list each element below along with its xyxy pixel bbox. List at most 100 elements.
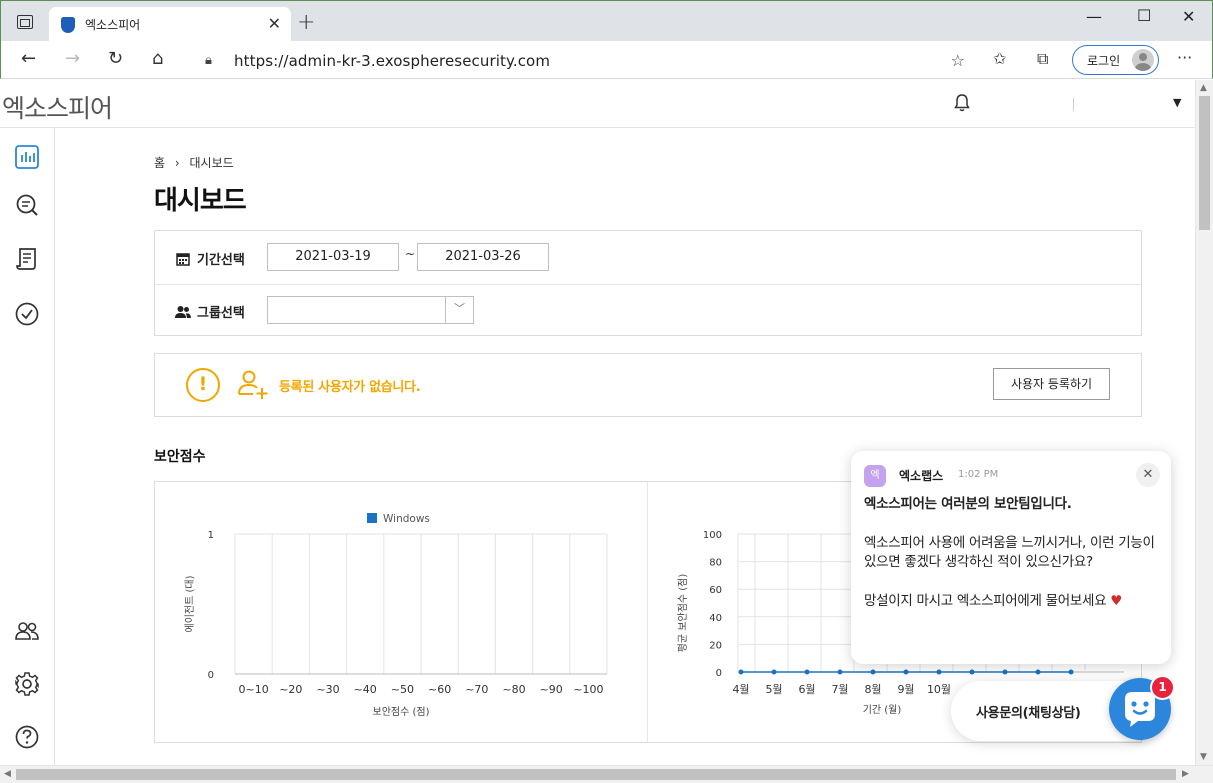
chevron-down-icon[interactable]: ﹀: [445, 297, 473, 323]
chat-paragraph-1: 엑소스피어 사용에 어려움을 느끼시거나, 이런 기능이 있으면 좋겠다 생각하…: [864, 534, 1159, 571]
end-date-input[interactable]: 2021-03-26: [417, 243, 549, 271]
x-tick-label: 10월: [927, 683, 951, 696]
group-select[interactable]: ﹀: [267, 296, 474, 324]
dashboard-chart-icon[interactable]: [14, 144, 40, 170]
horizontal-scroll-thumb[interactable]: [16, 769, 1176, 780]
y-axis-label: 평균 보안점수 (점): [677, 574, 689, 653]
period-label: 기간선택: [175, 249, 245, 268]
security-score-title: 보안점수: [154, 449, 206, 465]
browser-tab[interactable]: 엑소스피어 ✕: [49, 7, 291, 42]
horizontal-scrollbar[interactable]: ◀ ▶: [0, 765, 1213, 783]
x-tick-label: 7월: [831, 683, 848, 696]
chat-launcher-label: 사용문의(채팅상담): [976, 706, 1081, 721]
x-tick-label: ~100: [573, 683, 603, 696]
report-document-icon[interactable]: [14, 246, 40, 272]
vertical-scroll-thumb[interactable]: [1199, 96, 1210, 230]
close-chat-icon[interactable]: ✕: [1136, 463, 1160, 487]
sidebar: [0, 128, 55, 765]
filter-divider: [155, 284, 1141, 285]
close-window-icon[interactable]: ✕: [1182, 7, 1195, 26]
close-tab-icon[interactable]: ✕: [268, 14, 281, 33]
data-point: [771, 669, 777, 675]
data-point: [903, 669, 909, 675]
calendar-icon: [176, 253, 190, 266]
data-point: [804, 669, 810, 675]
heart-icon: ♥: [1110, 592, 1123, 609]
scroll-right-icon[interactable]: ▶: [1182, 769, 1189, 779]
forward-icon[interactable]: →: [65, 48, 80, 69]
account-dropdown-icon[interactable]: ▼: [1173, 96, 1181, 109]
app-logo[interactable]: 엑소스피어: [2, 89, 113, 125]
breadcrumb-current: 대시보드: [189, 156, 234, 170]
y-tick-label: 0: [208, 670, 214, 681]
profile-login-button[interactable]: 로그인: [1072, 45, 1159, 75]
x-tick-label: ~50: [391, 683, 414, 696]
app-header: 엑소스피어 ▼: [0, 80, 1195, 128]
refresh-icon[interactable]: ↻: [108, 48, 123, 69]
add-favorite-icon[interactable]: ☆: [951, 51, 965, 70]
help-icon[interactable]: [14, 724, 40, 750]
check-circle-icon[interactable]: [14, 301, 40, 327]
url-text[interactable]: https://admin-kr-3.exospheresecurity.com: [234, 52, 550, 70]
x-tick-label: ~30: [316, 683, 339, 696]
data-point: [1068, 669, 1074, 675]
back-icon[interactable]: ←: [21, 48, 36, 69]
date-range-separator: ~: [405, 247, 416, 261]
x-axis-label: 기간 (월): [863, 704, 902, 716]
y-tick-label: 80: [709, 558, 722, 569]
x-tick-label: 4월: [732, 683, 749, 696]
new-tab-icon[interactable]: +: [297, 10, 315, 35]
register-user-button[interactable]: 사용자 등록하기: [993, 368, 1110, 400]
breadcrumb: 홈 › 대시보드: [154, 154, 234, 171]
warning-icon: !: [186, 368, 220, 402]
header-divider: [1073, 98, 1074, 111]
y-axis-label: 에이전트 (대): [184, 575, 196, 632]
tab-title: 엑소스피어: [85, 18, 141, 32]
legend-label: Windows: [383, 513, 430, 525]
x-tick-label: 9월: [897, 683, 914, 696]
data-point: [870, 669, 876, 675]
scroll-down-icon[interactable]: ▼: [1200, 752, 1207, 762]
breadcrumb-home[interactable]: 홈: [154, 154, 165, 171]
notice-panel: ! 등록된 사용자가 없습니다. 사용자 등록하기: [154, 353, 1142, 417]
settings-gear-icon[interactable]: [14, 671, 40, 697]
start-date-input[interactable]: 2021-03-19: [267, 243, 399, 271]
y-tick-label: 0: [716, 668, 722, 679]
x-tick-label: ~20: [279, 683, 302, 696]
y-tick-label: 60: [709, 585, 722, 596]
vertical-scrollbar[interactable]: ▲ ▼: [1195, 80, 1213, 765]
search-analysis-icon[interactable]: [14, 192, 40, 218]
favorites-icon[interactable]: ✩: [993, 49, 1006, 68]
x-tick-label: 8월: [864, 683, 881, 696]
breadcrumb-separator: ›: [174, 156, 180, 170]
notice-text: 등록된 사용자가 없습니다.: [279, 380, 421, 395]
chat-message-body: 엑소스피어는 여러분의 보안팀입니다. 엑소스피어 사용에 어려움을 느끼시거나,…: [864, 495, 1160, 611]
scroll-up-icon[interactable]: ▲: [1200, 83, 1207, 93]
users-icon[interactable]: [14, 618, 40, 644]
filter-panel: 기간선택 2021-03-19 ~ 2021-03-26 그룹선택 ﹀: [154, 230, 1142, 336]
legend-swatch: [367, 513, 377, 523]
minimize-icon[interactable]: —: [1086, 7, 1102, 26]
y-tick-label: 100: [703, 530, 722, 541]
x-tick-label: 0~10: [238, 683, 268, 696]
chat-unread-badge: 1: [1150, 675, 1175, 700]
add-user-icon: [238, 370, 268, 399]
x-tick-label: ~60: [428, 683, 451, 696]
address-bar[interactable]: 🔒︎ https://admin-kr-3.exospheresecurity.…: [189, 46, 975, 76]
collections-icon[interactable]: ⧉: [1037, 49, 1048, 69]
y-tick-label: 20: [709, 640, 722, 651]
group-label: 그룹선택: [175, 302, 245, 321]
group-label-text: 그룹선택: [197, 306, 245, 321]
home-icon[interactable]: ⌂: [152, 48, 163, 69]
lock-icon[interactable]: 🔒︎: [205, 53, 212, 68]
more-options-icon[interactable]: ···: [1177, 48, 1192, 67]
tab-actions-icon[interactable]: [17, 15, 33, 29]
chat-sender-name: 엑소랩스: [899, 469, 944, 483]
maximize-icon[interactable]: ☐: [1137, 6, 1151, 25]
scroll-left-icon[interactable]: ◀: [4, 769, 11, 779]
chat-message-popup[interactable]: 엑 엑소랩스 1:02 PM ✕ 엑소스피어는 여러분의 보안팀입니다. 엑소스피…: [851, 451, 1171, 664]
notification-bell-icon[interactable]: [952, 93, 972, 113]
score-distribution-chart: Windows 0 1 0~10 ~20 ~30 ~40 ~50 ~60 ~70 ~80 ~90 ~10…: [184, 513, 608, 718]
data-point: [936, 669, 942, 675]
x-tick-label: ~70: [465, 683, 488, 696]
